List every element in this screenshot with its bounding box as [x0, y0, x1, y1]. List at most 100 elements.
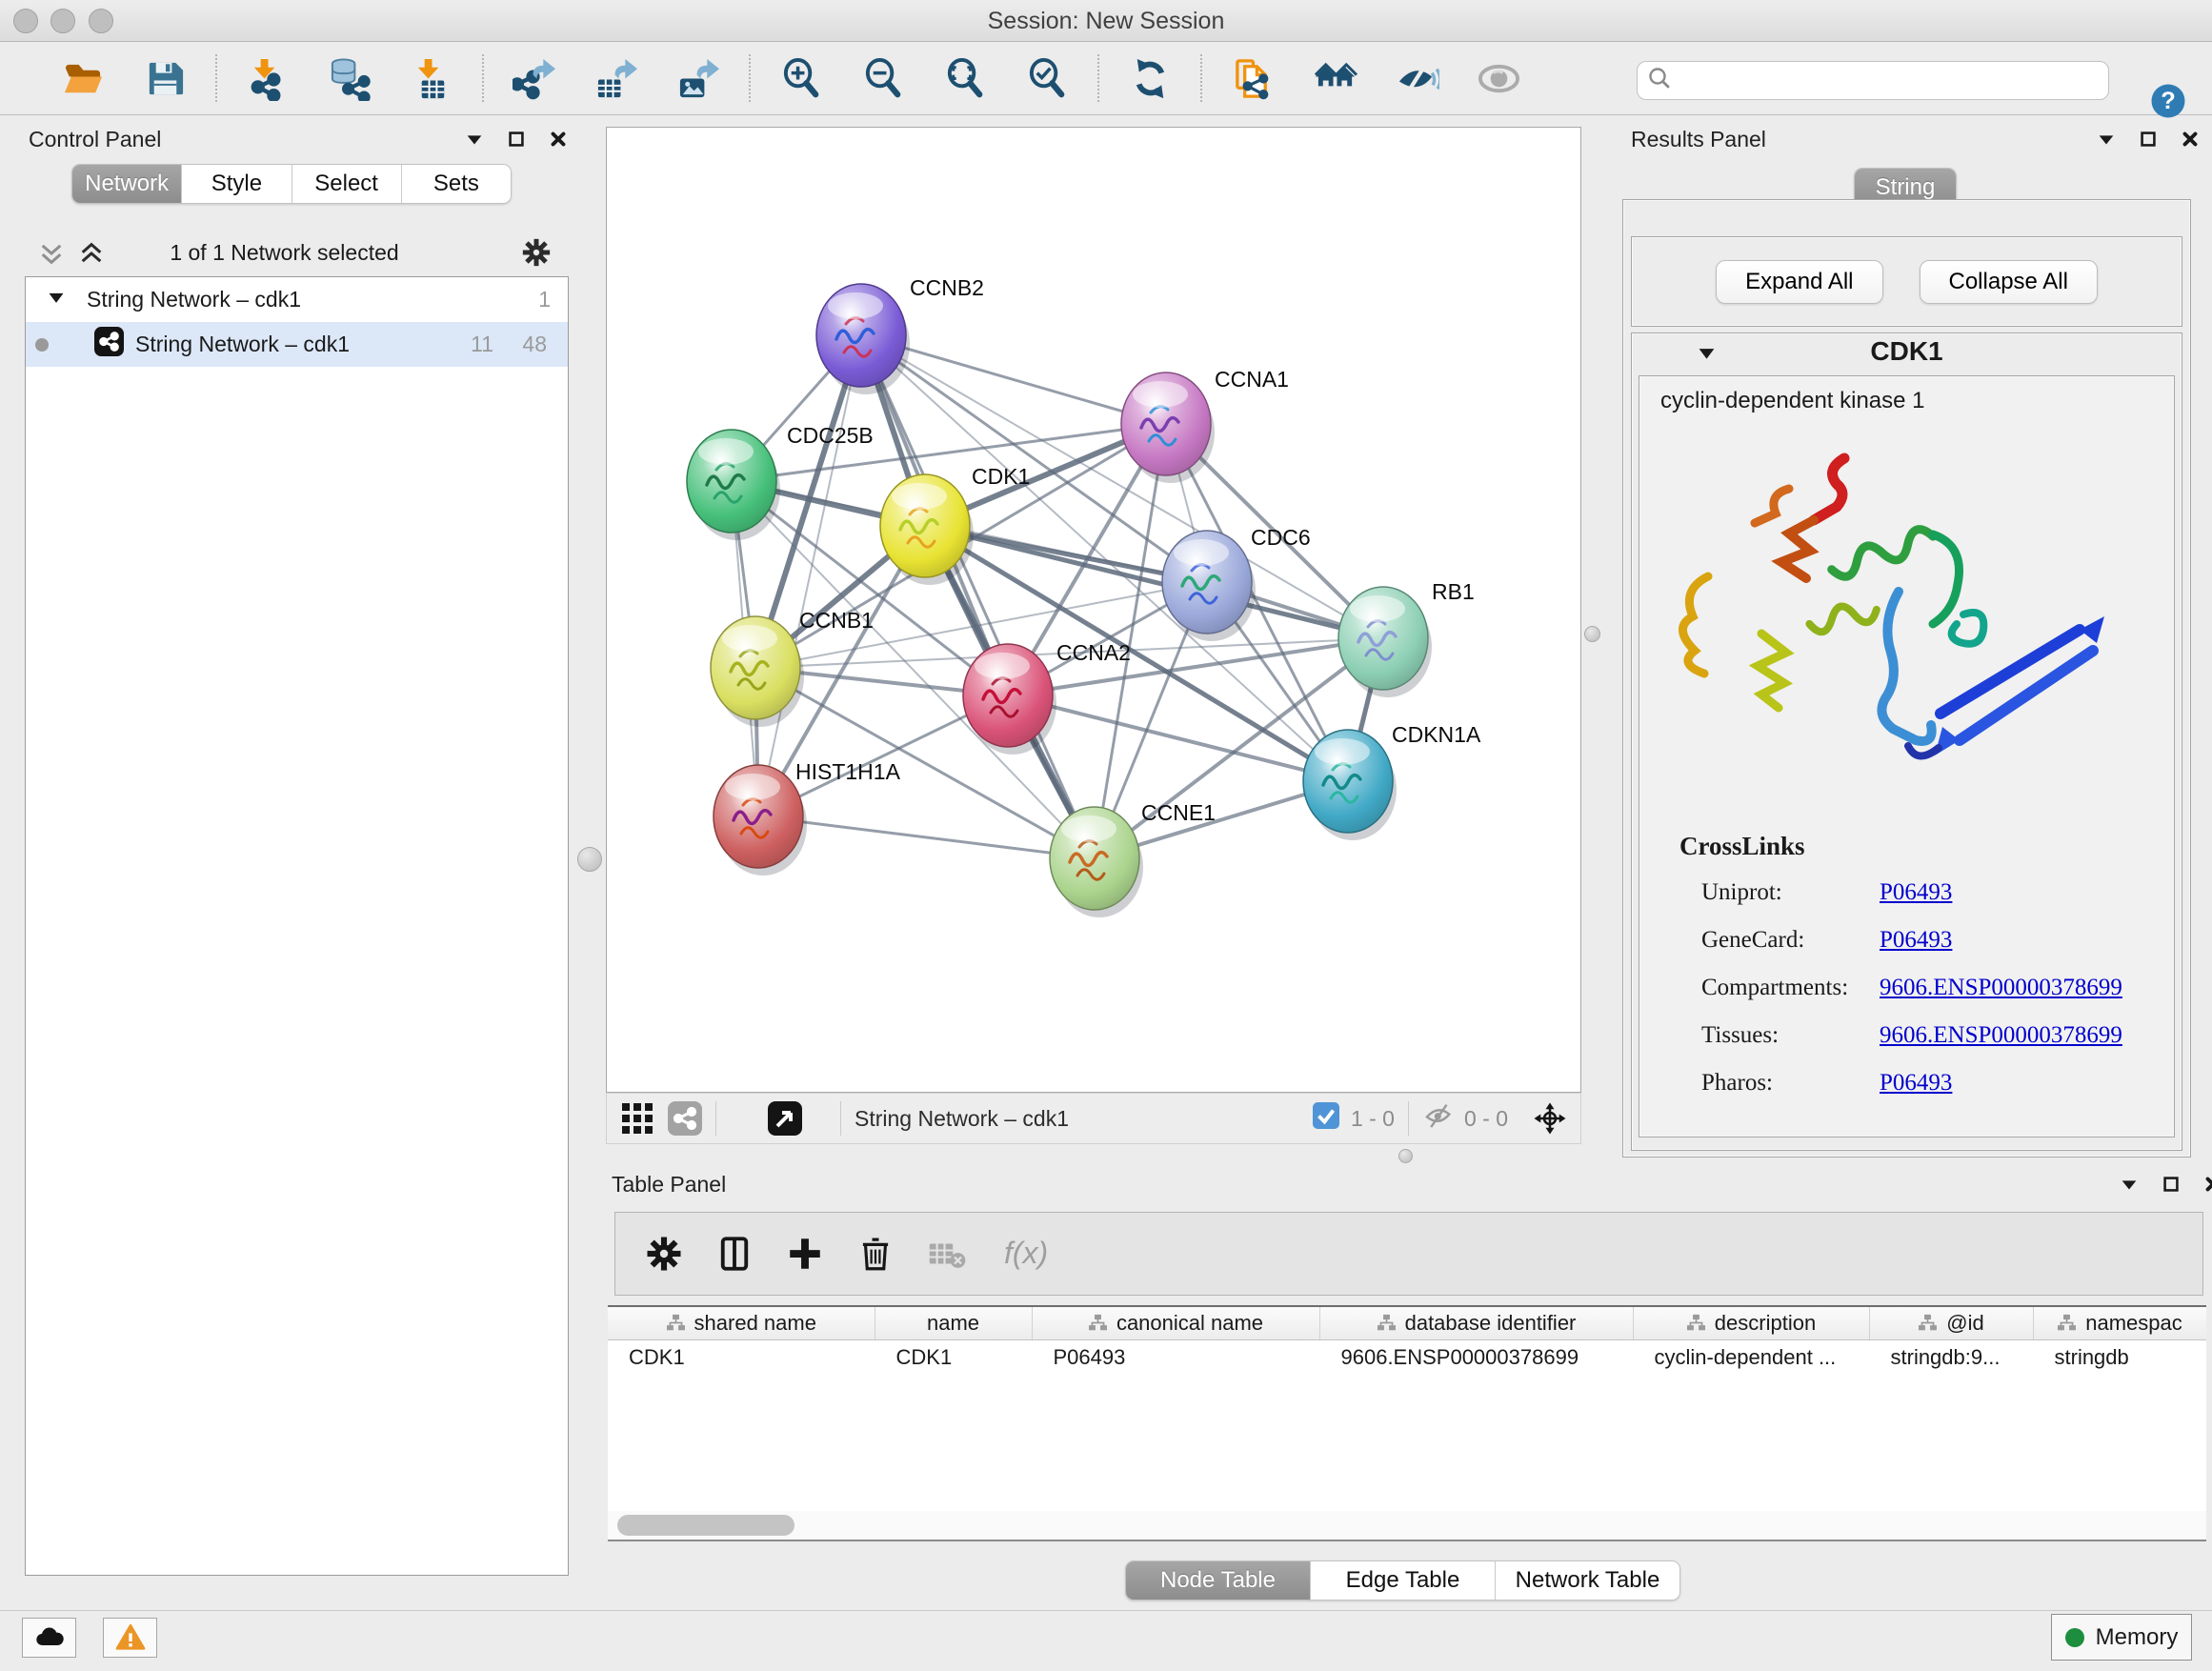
crosslink-value-link[interactable]: P06493 — [1880, 879, 1952, 906]
collapse-all-button[interactable]: Collapse All — [1920, 260, 2098, 304]
tab-edge-table[interactable]: Edge Table — [1310, 1561, 1495, 1600]
protein-details-box: cyclin-dependent kinase 1 — [1639, 375, 2175, 1137]
memory-button[interactable]: Memory — [2051, 1614, 2192, 1661]
table-hscrollbar[interactable] — [608, 1511, 2206, 1540]
crosslink-value-link[interactable]: P06493 — [1880, 1070, 1952, 1097]
import-table-file-button[interactable] — [408, 54, 455, 102]
table-cell[interactable]: stringdb — [2033, 1339, 2206, 1376]
birdseye-grid-icon[interactable] — [620, 1101, 654, 1136]
table-options-gear-icon[interactable] — [644, 1234, 684, 1274]
column-header-database-identifier[interactable]: database identifier — [1319, 1307, 1633, 1339]
cloud-status-button[interactable] — [22, 1618, 76, 1658]
network-canvas[interactable]: CCNB2 CCNA1 CDC25B CDK1 CDC6 — [606, 127, 1581, 1093]
network-node-RB1[interactable]: RB1 — [1338, 579, 1475, 697]
close-panel-icon[interactable] — [548, 129, 569, 154]
network-node-CCNA1[interactable]: CCNA1 — [1121, 367, 1289, 483]
network-node-CDKN1A[interactable]: CDKN1A — [1303, 722, 1481, 840]
selected-checkbox-icon[interactable] — [1313, 1102, 1339, 1135]
search-field[interactable] — [1637, 61, 2109, 100]
crosslink-row: Compartments: 9606.ENSP00000378699 — [1701, 975, 2159, 1001]
table-cell[interactable]: CDK1 — [875, 1339, 1032, 1376]
crosslink-value-link[interactable]: 9606.ENSP00000378699 — [1880, 1022, 2122, 1049]
svg-text:f(x): f(x) — [1004, 1236, 1048, 1270]
pan-move-icon[interactable] — [1533, 1101, 1567, 1136]
network-edge[interactable] — [758, 335, 861, 816]
tab-network[interactable]: Network — [72, 165, 181, 203]
hide-selected-button[interactable] — [1393, 54, 1440, 102]
table-row[interactable]: CDK1CDK1P064939606.ENSP00000378699cyclin… — [608, 1339, 2206, 1376]
control-panel-title: Control Panel — [29, 127, 161, 152]
tab-select[interactable]: Select — [292, 165, 401, 203]
network-node-CCNB1[interactable]: CCNB1 — [711, 608, 874, 727]
import-network-file-button[interactable] — [244, 54, 292, 102]
tree-expander-icon[interactable] — [47, 287, 66, 312]
left-splitter-handle[interactable] — [577, 847, 602, 872]
network-options-gear-icon[interactable] — [520, 236, 553, 273]
delete-column-icon[interactable] — [855, 1234, 895, 1274]
export-table-button[interactable] — [593, 54, 640, 102]
network-node-CCNB2[interactable]: CCNB2 — [816, 275, 984, 394]
function-builder-icon: f(x) — [1000, 1233, 1063, 1275]
export-network-button[interactable] — [511, 54, 558, 102]
network-node-CDC25B[interactable]: CDC25B — [687, 423, 874, 540]
column-header-canonical-name[interactable]: canonical name — [1032, 1307, 1319, 1339]
show-columns-icon[interactable] — [714, 1234, 754, 1274]
float-panel-icon[interactable] — [2161, 1174, 2182, 1199]
table-cell[interactable]: P06493 — [1032, 1339, 1319, 1376]
node-label: CCNA1 — [1215, 367, 1289, 392]
open-in-new-icon[interactable] — [768, 1101, 802, 1136]
network-tree-root-row[interactable]: String Network – cdk1 1 — [26, 277, 568, 322]
tree-child-edge-count: 48 — [522, 332, 547, 357]
column-header-name[interactable]: name — [875, 1307, 1032, 1339]
close-panel-icon[interactable] — [2202, 1174, 2212, 1199]
tab-style[interactable]: Style — [181, 165, 291, 203]
table-cell[interactable]: 9606.ENSP00000378699 — [1319, 1339, 1633, 1376]
collapse-panel-icon[interactable] — [2096, 129, 2117, 154]
first-neighbors-button[interactable] — [1311, 54, 1358, 102]
table-cell[interactable]: CDK1 — [608, 1339, 875, 1376]
help-button[interactable]: ? — [2148, 81, 2188, 121]
collapse-panel-icon[interactable] — [2119, 1174, 2140, 1199]
table-hscrollbar-thumb[interactable] — [617, 1515, 794, 1536]
tab-node-table[interactable]: Node Table — [1126, 1561, 1310, 1600]
zoom-fit-button[interactable] — [941, 54, 989, 102]
network-node-CDK1[interactable]: CDK1 — [880, 464, 1030, 585]
column-header-description[interactable]: description — [1633, 1307, 1869, 1339]
network-edge[interactable] — [758, 816, 1095, 858]
crosslink-value-link[interactable]: 9606.ENSP00000378699 — [1880, 975, 2122, 1001]
search-input[interactable] — [1672, 68, 2099, 94]
network-node-CCNE1[interactable]: CCNE1 — [1050, 800, 1216, 917]
share-view-icon[interactable] — [668, 1101, 702, 1136]
export-image-button[interactable] — [674, 54, 722, 102]
network-node-CCNA2[interactable]: CCNA2 — [963, 640, 1131, 755]
column-header-namespac[interactable]: namespac — [2033, 1307, 2206, 1339]
column-header--id[interactable]: @id — [1869, 1307, 2033, 1339]
column-header-shared-name[interactable]: shared name — [608, 1307, 875, 1339]
zoom-in-button[interactable] — [777, 54, 825, 102]
import-network-database-button[interactable] — [326, 54, 373, 102]
refresh-layout-button[interactable] — [1126, 54, 1174, 102]
zoom-out-button[interactable] — [859, 54, 907, 102]
attribute-table[interactable]: shared namenamecanonical namedatabase id… — [608, 1307, 2206, 1376]
results-panel-title: Results Panel — [1631, 127, 1766, 152]
float-panel-icon[interactable] — [2138, 129, 2159, 154]
collapse-panel-icon[interactable] — [464, 129, 485, 154]
table-cell[interactable]: cyclin-dependent ... — [1633, 1339, 1869, 1376]
network-node-HIST1H1A[interactable]: HIST1H1A — [714, 759, 901, 876]
table-cell[interactable]: stringdb:9... — [1869, 1339, 2033, 1376]
right-splitter-handle[interactable] — [1584, 626, 1600, 642]
expand-all-button[interactable]: Expand All — [1716, 260, 1882, 304]
open-session-button[interactable] — [59, 54, 107, 102]
save-session-button[interactable] — [141, 54, 189, 102]
tab-network-table[interactable]: Network Table — [1495, 1561, 1679, 1600]
close-panel-icon[interactable] — [2180, 129, 2201, 154]
crosslink-value-link[interactable]: P06493 — [1880, 927, 1952, 954]
zoom-selected-button[interactable] — [1023, 54, 1071, 102]
bottom-splitter-handle[interactable] — [1398, 1149, 1413, 1163]
warning-status-button[interactable] — [103, 1618, 157, 1658]
network-tree-child-row[interactable]: String Network – cdk1 11 48 — [26, 322, 568, 367]
tab-sets[interactable]: Sets — [401, 165, 511, 203]
float-panel-icon[interactable] — [506, 129, 527, 154]
add-column-icon[interactable] — [785, 1234, 825, 1274]
copy-network-button[interactable] — [1229, 54, 1277, 102]
